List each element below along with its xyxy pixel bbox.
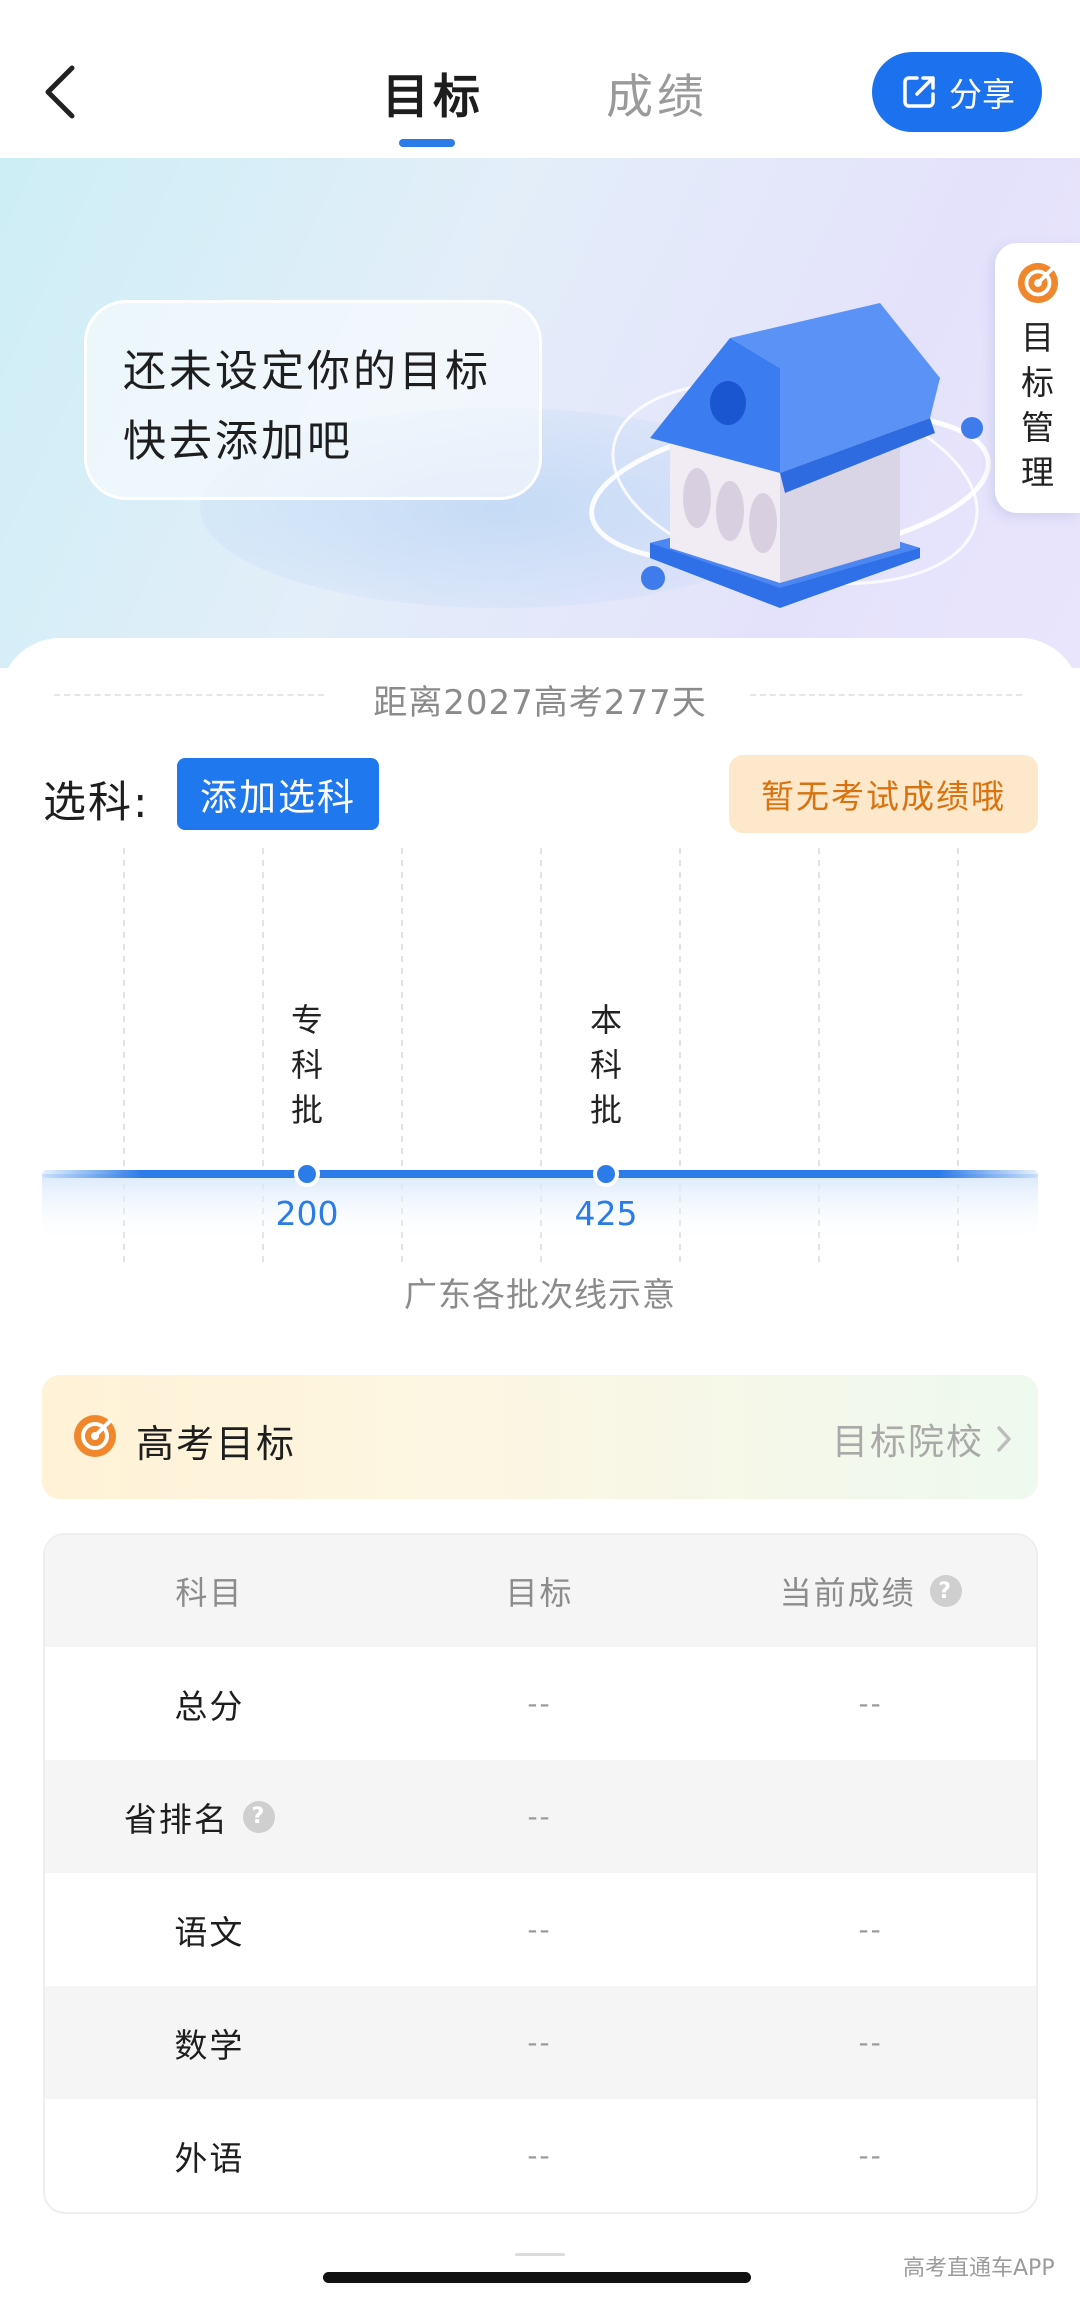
header-current: 当前成绩 ?: [705, 1568, 1036, 1614]
main-card: 距离2027高考277天 选科: 添加选科 暂无考试成绩哦 专科批 200 本 …: [0, 638, 1080, 2303]
chart-caption: 广东各批次线示意: [404, 1275, 676, 1314]
batch-score-label: 200: [276, 1194, 339, 1233]
table-row: 语文 -- --: [45, 1873, 1036, 1986]
tab-target[interactable]: 目标: [382, 58, 484, 127]
header-subject: 科目: [175, 1574, 244, 1612]
back-button[interactable]: [38, 62, 88, 122]
row-current: --: [858, 2026, 883, 2059]
header-current-label: 当前成绩: [779, 1574, 916, 1612]
target-icon: [74, 1415, 116, 1457]
row-target: --: [527, 2026, 552, 2059]
countdown-text: 距离2027高考277天: [353, 683, 727, 723]
row-subject: 总分: [174, 1686, 245, 1726]
home-indicator[interactable]: [323, 2272, 751, 2283]
share-icon: [903, 76, 935, 108]
app-watermark: 高考直通车APP: [903, 2256, 1055, 2281]
subject-label: 选科:: [43, 778, 150, 828]
row-target: --: [527, 1687, 552, 1720]
target-school-link[interactable]: 目标院校: [832, 1413, 1012, 1465]
add-subject-button[interactable]: 添加选科: [177, 758, 379, 830]
row-current: --: [858, 1687, 883, 1720]
help-icon[interactable]: ?: [929, 1575, 962, 1607]
goal-manage-label: 目 标 管 理: [1018, 315, 1058, 495]
empty-goal-message: 还未设定你的目标 快去添加吧: [84, 300, 542, 500]
share-label: 分享: [949, 75, 1015, 114]
score-axis-line: [42, 1170, 1038, 1178]
batch-marker-point: [294, 1161, 320, 1187]
message-line-2: 快去添加吧: [123, 417, 353, 467]
batch-name-label: 科: [291, 1046, 323, 1084]
manage-char: 理: [1021, 453, 1054, 492]
goal-banner: 还未设定你的目标 快去添加吧: [0, 158, 1080, 668]
table-row: 省排名 ? --: [45, 1760, 1036, 1873]
batch-line-chart: 专科批200本科批425: [42, 848, 1038, 1263]
help-icon[interactable]: ?: [242, 1800, 275, 1833]
batch-marker-point: [593, 1161, 619, 1187]
manage-char: 标: [1021, 363, 1054, 402]
row-current: --: [858, 2139, 883, 2172]
batch-name-label: 本: [590, 1001, 622, 1039]
exam-countdown: 距离2027高考277天: [0, 675, 1080, 724]
table-header: 科目 目标 当前成绩 ?: [45, 1535, 1036, 1647]
back-arrow-icon: [45, 65, 75, 119]
batch-name-label: 批: [590, 1091, 622, 1129]
row-subject-label: 省排名: [123, 1799, 229, 1839]
row-subject: 外语: [174, 2138, 245, 2178]
share-button[interactable]: 分享: [872, 52, 1042, 132]
row-subject: 语文: [174, 1912, 245, 1952]
no-score-badge: 暂无考试成绩哦: [729, 755, 1038, 833]
sheet-handle: [515, 2253, 565, 2256]
chevron-right-icon: [997, 1426, 1011, 1452]
table-row: 总分 -- --: [45, 1647, 1036, 1760]
batch-name-label: 专: [291, 1001, 323, 1039]
tab-score[interactable]: 成绩: [606, 58, 708, 127]
row-subject: 数学: [174, 2025, 245, 2065]
manage-char: 管: [1021, 408, 1054, 447]
row-target: --: [527, 2139, 552, 2172]
batch-score-label: 425: [575, 1194, 638, 1233]
row-target: --: [527, 1913, 552, 1946]
row-current: --: [858, 1913, 883, 1946]
exam-goal-bar[interactable]: 高考目标 目标院校: [42, 1375, 1038, 1499]
exam-goal-title: 高考目标: [136, 1422, 297, 1466]
message-line-1: 还未设定你的目标: [123, 347, 491, 397]
top-nav-bar: 目标 成绩 分享: [0, 0, 1080, 158]
header-target: 目标: [505, 1574, 574, 1612]
row-subject: 省排名 ?: [45, 1793, 374, 1841]
row-target: --: [527, 1800, 552, 1833]
school-building-illustration: [589, 303, 991, 608]
batch-name-label: 科: [590, 1046, 622, 1084]
goal-manage-button[interactable]: 目 标 管 理: [995, 243, 1080, 513]
batch-name-label: 批: [291, 1091, 323, 1129]
page: 目标 成绩 分享 还未设定你的目标 快去添加吧 目 标 管 理 距离2027高考…: [0, 0, 1080, 2303]
manage-char: 目: [1021, 318, 1054, 357]
active-tab-indicator: [399, 139, 455, 147]
axis-glow: [42, 1174, 1038, 1244]
table-row: 数学 -- --: [45, 1986, 1036, 2099]
table-row: 外语 -- --: [45, 2099, 1036, 2212]
target-icon: [1017, 262, 1058, 304]
score-table: 科目 目标 当前成绩 ? 总分 -- -- 省排名 ? -- 语文 -- -- …: [43, 1533, 1038, 2214]
target-school-label: 目标院校: [831, 1422, 984, 1463]
